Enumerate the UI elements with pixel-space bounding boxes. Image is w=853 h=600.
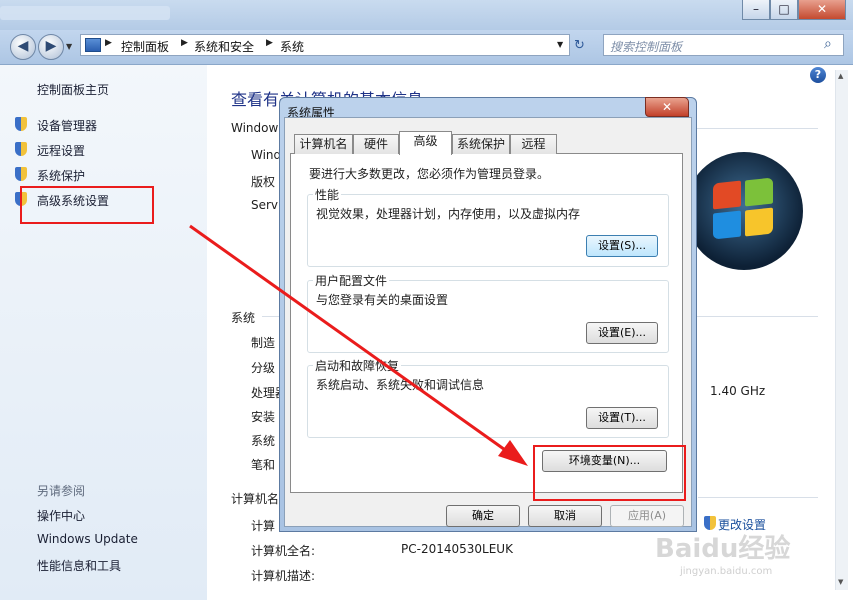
annotation-arrow-icon <box>189 224 528 466</box>
